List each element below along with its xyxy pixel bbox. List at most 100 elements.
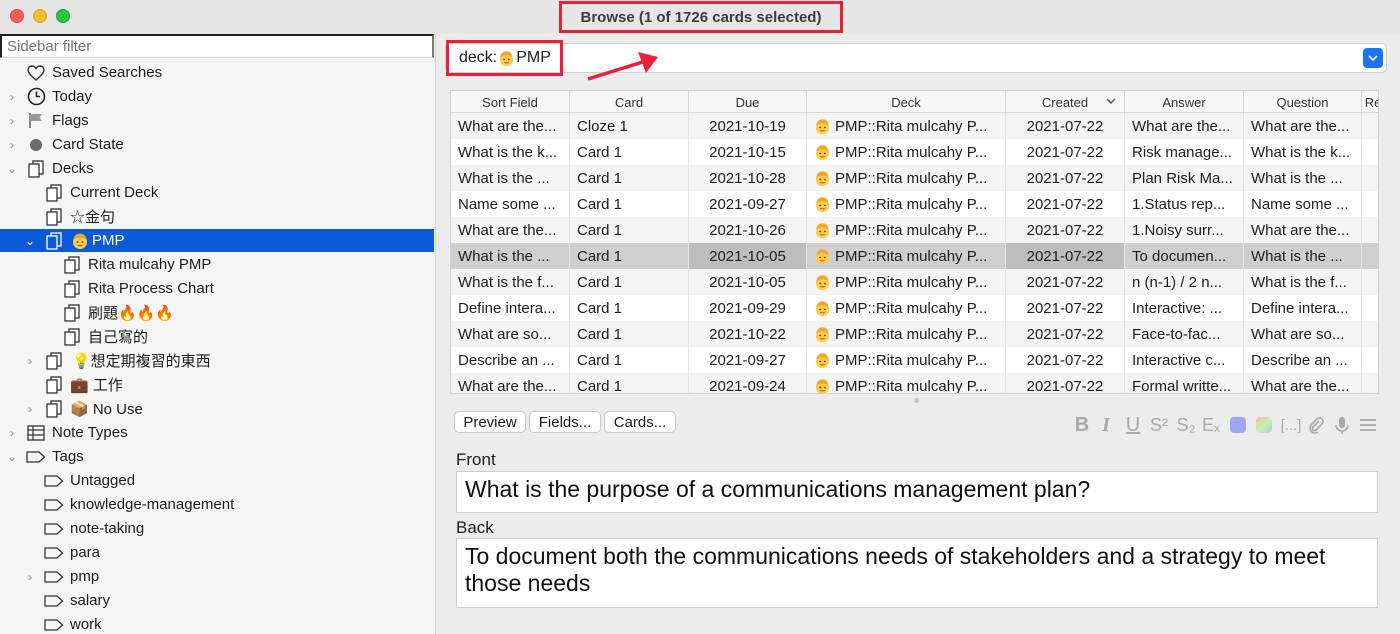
cloze-button[interactable]: [...] xyxy=(1279,414,1303,436)
bold-button[interactable]: B xyxy=(1071,414,1093,436)
italic-button[interactable]: I xyxy=(1098,414,1114,436)
column-header-due[interactable]: Due xyxy=(689,91,807,113)
front-field-label: Front xyxy=(456,450,496,469)
zoom-window-button[interactable] xyxy=(56,9,70,23)
table-row[interactable]: What is the ... Card 1 2021-10-28 PMP::Rita… xyxy=(451,165,1378,191)
sidebar-item-note-types[interactable]: › Note Types xyxy=(0,421,434,444)
column-header-created[interactable]: Created xyxy=(1006,91,1125,113)
column-header-card[interactable]: Card xyxy=(570,91,689,113)
sidebar-item-rita-mulcahy-pmp[interactable]: Rita mulcahy PMP xyxy=(0,253,434,276)
cell-text: PMP::Rita mulcahy P... xyxy=(835,377,988,394)
column-header-answer[interactable]: Answer xyxy=(1125,91,1244,113)
sidebar-item-label: Saved Searches xyxy=(52,64,163,81)
search-history-dropdown[interactable] xyxy=(1363,48,1383,68)
sidebar-item-review-later[interactable]: › 💡想定期複習的東西 xyxy=(0,349,434,372)
table-row[interactable]: What is the ... Card 1 2021-10-05 PMP::Rita… xyxy=(451,243,1378,269)
more-options-button[interactable] xyxy=(1357,414,1379,436)
column-header-deck[interactable]: Deck xyxy=(807,91,1006,113)
deck-icon xyxy=(62,279,82,299)
table-row[interactable]: What are the... Card 1 2021-10-26 PMP::Rita… xyxy=(451,217,1378,243)
sidebar-item-tag-pmp[interactable]: › pmp xyxy=(0,565,434,588)
chevron-right-icon[interactable]: › xyxy=(6,138,18,152)
subscript-button[interactable]: S₂ xyxy=(1174,414,1198,436)
table-cell: PMP::Rita mulcahy P... xyxy=(807,373,1006,394)
attach-button[interactable] xyxy=(1306,414,1326,436)
table-row[interactable]: What are the... Card 1 2021-09-24 PMP::Rita… xyxy=(451,373,1378,394)
sidebar-item-untagged[interactable]: Untagged xyxy=(0,469,434,492)
table-row[interactable]: What is the f... Card 1 2021-10-05 PMP::Rit… xyxy=(451,269,1378,295)
cell-text: 2021-10-22 xyxy=(709,325,786,343)
sidebar-filter-input[interactable] xyxy=(0,34,434,58)
cell-text: Name some ... xyxy=(1251,195,1349,213)
column-header-sort-field[interactable]: Sort Field xyxy=(451,91,570,113)
minimize-window-button[interactable] xyxy=(33,9,47,23)
chevron-right-icon[interactable]: › xyxy=(24,354,36,368)
fields-button[interactable]: Fields... xyxy=(529,411,601,433)
chevron-down-icon[interactable]: ⌄ xyxy=(24,234,36,248)
sidebar-item-tag-note-taking[interactable]: note-taking xyxy=(0,517,434,540)
text-color-button[interactable] xyxy=(1228,414,1248,436)
cell-text: PMP::Rita mulcahy P... xyxy=(835,351,988,369)
sidebar-item-flags[interactable]: › Flags xyxy=(0,109,434,132)
chevron-right-icon[interactable]: › xyxy=(6,426,18,440)
record-audio-button[interactable] xyxy=(1332,414,1352,436)
tag-icon xyxy=(44,543,64,563)
superscript-button[interactable]: S² xyxy=(1147,414,1171,436)
chevron-right-icon[interactable]: › xyxy=(24,402,36,416)
sidebar-item-tag-work[interactable]: work xyxy=(0,613,434,634)
sidebar-item-self-written[interactable]: 自己寫的 xyxy=(0,325,434,348)
hamburger-menu-icon xyxy=(1360,419,1376,431)
cell-text: What are the... xyxy=(458,117,557,135)
column-header-question[interactable]: Question xyxy=(1244,91,1362,113)
back-field-editor[interactable]: To document both the communications need… xyxy=(456,538,1378,608)
sidebar-item-label: Tags xyxy=(52,448,84,465)
sidebar-item-saved-searches[interactable]: Saved Searches xyxy=(0,61,434,84)
chevron-right-icon[interactable]: › xyxy=(6,114,18,128)
sidebar-item-work[interactable]: 💼 工作 xyxy=(0,373,434,396)
table-row[interactable]: What is the k... Card 1 2021-10-15 PMP::Rit… xyxy=(451,139,1378,165)
sidebar-item-tag-knowledge-management[interactable]: knowledge-management xyxy=(0,493,434,516)
chevron-down-icon[interactable]: ⌄ xyxy=(6,450,18,464)
table-row[interactable]: Name some ... Card 1 2021-09-27 PMP::Rita m… xyxy=(451,191,1378,217)
table-row[interactable]: Define intera... Card 1 2021-09-29 PMP::Rit… xyxy=(451,295,1378,321)
table-cell: 2021-07-22 xyxy=(1006,217,1125,243)
table-row[interactable]: What are so... Card 1 2021-10-22 PMP::Rita … xyxy=(451,321,1378,347)
cell-text: What are the... xyxy=(1132,117,1231,135)
column-header-re[interactable]: Re xyxy=(1362,91,1378,113)
table-cell xyxy=(1362,269,1378,295)
cards-button[interactable]: Cards... xyxy=(604,411,676,433)
splitter-handle[interactable] xyxy=(914,398,919,403)
sidebar-item-today[interactable]: › Today xyxy=(0,85,434,108)
highlight-color-button[interactable] xyxy=(1254,414,1274,436)
sidebar-item-tag-salary[interactable]: salary xyxy=(0,589,434,612)
sidebar-item-decks[interactable]: ⌄ Decks xyxy=(0,157,434,180)
sidebar-item-tag-para[interactable]: para xyxy=(0,541,434,564)
sidebar-item-tags[interactable]: ⌄ Tags xyxy=(0,445,434,468)
clear-formatting-button[interactable]: Eₓ xyxy=(1200,414,1222,436)
cell-text: Face-to-fac... xyxy=(1132,325,1221,343)
table-cell: Plan Risk Ma... xyxy=(1125,165,1244,191)
search-query[interactable]: deck: PMP xyxy=(446,40,563,76)
sidebar-item-no-use[interactable]: › 📦 No Use xyxy=(0,397,434,420)
search-field[interactable]: deck: PMP xyxy=(445,40,1387,81)
table-row[interactable]: What are the... Cloze 1 2021-10-19 PMP::Rit… xyxy=(451,113,1378,139)
sidebar-item-pmp[interactable]: ⌄ PMP xyxy=(0,229,434,252)
table-cell: What are so... xyxy=(1244,321,1362,347)
table-cell: 2021-07-22 xyxy=(1006,321,1125,347)
front-field-editor[interactable]: What is the purpose of a communications … xyxy=(456,471,1378,513)
chevron-down-icon[interactable]: ⌄ xyxy=(6,162,18,176)
table-row[interactable]: Describe an ... Card 1 2021-09-27 PMP::Rita… xyxy=(451,347,1378,373)
table-cell: 2021-09-27 xyxy=(689,347,807,373)
sidebar-item-golden-quotes[interactable]: ☆金句 xyxy=(0,205,434,228)
underline-button[interactable]: U xyxy=(1122,414,1144,436)
cell-text: 2021-10-15 xyxy=(709,143,786,161)
table-cell: 2021-07-22 xyxy=(1006,373,1125,393)
preview-button[interactable]: Preview xyxy=(454,411,526,433)
sidebar-item-practice-questions[interactable]: 刷題🔥🔥🔥 xyxy=(0,301,434,324)
sidebar-item-current-deck[interactable]: Current Deck xyxy=(0,181,434,204)
close-window-button[interactable] xyxy=(10,9,24,23)
chevron-right-icon[interactable]: › xyxy=(6,90,18,104)
chevron-right-icon[interactable]: › xyxy=(24,570,36,584)
sidebar-item-card-state[interactable]: › Card State xyxy=(0,133,434,156)
sidebar-item-rita-process-chart[interactable]: Rita Process Chart xyxy=(0,277,434,300)
